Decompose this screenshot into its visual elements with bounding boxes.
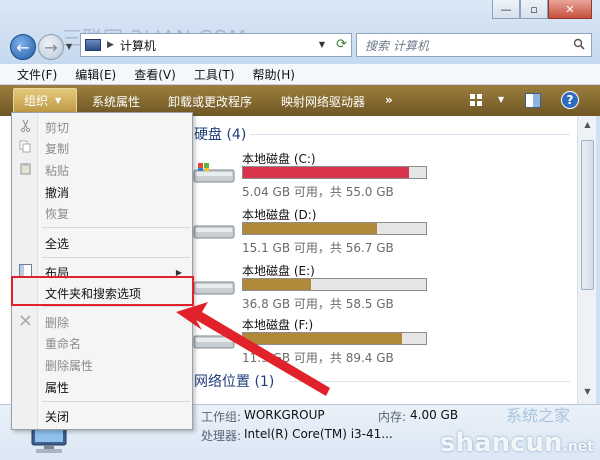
menu-separator (42, 227, 190, 228)
recent-pages-chevron-icon[interactable]: ▼ (66, 42, 72, 51)
hard-drive-icon (193, 281, 235, 295)
menu-separator (42, 401, 190, 402)
menu-item-properties[interactable]: 属性 (45, 379, 69, 396)
system-drive-icon (193, 163, 235, 183)
menu-item-remove-properties[interactable]: 删除属性 (45, 357, 93, 374)
chevron-down-icon: ▼ (55, 96, 62, 105)
drive-f[interactable]: 本地磁盘 (F:) 11.9 GB 可用，共 89.4 GB (192, 316, 452, 370)
drive-usage-bar (242, 332, 427, 345)
hard-disks-header[interactable]: 硬盘 (4) (194, 124, 246, 144)
memory-label: 内存: (378, 410, 407, 424)
scroll-down-icon[interactable]: ▼ (581, 387, 594, 400)
watermark-suffix: .net (562, 439, 594, 455)
drive-c[interactable]: 本地磁盘 (C:) 5.04 GB 可用，共 55.0 GB (192, 150, 452, 204)
organize-button[interactable]: 组织 ▼ (13, 88, 77, 113)
annotation-highlight-box (11, 276, 194, 306)
drive-usage-fill (243, 223, 378, 234)
map-network-drive-button[interactable]: 映射网络驱动器 (281, 93, 365, 110)
refresh-icon[interactable]: ⟳ (336, 37, 347, 52)
menu-separator (42, 257, 190, 258)
menu-separator (42, 306, 190, 307)
breadcrumb-separator-icon[interactable]: ▶ (107, 40, 114, 50)
menu-edit[interactable]: 编辑(E) (66, 66, 125, 83)
menu-item-copy[interactable]: 复制 (45, 140, 69, 157)
menu-item-rename[interactable]: 重命名 (45, 335, 81, 352)
menu-help[interactable]: 帮助(H) (244, 66, 304, 83)
address-bar[interactable]: ▶ 计算机 ▼ ⟳ (80, 33, 352, 57)
organize-label: 组织 (24, 94, 49, 108)
watermark-main: shancun (440, 428, 563, 458)
window-controls: — ▫ ✕ (492, 0, 592, 19)
preview-pane-icon[interactable] (525, 93, 541, 108)
menu-item-paste[interactable]: 粘贴 (45, 162, 69, 179)
arrow-left-icon: ← (16, 37, 30, 57)
menu-bar: 文件(F) 编辑(E) 查看(V) 工具(T) 帮助(H) (0, 64, 600, 85)
drive-usage-bar (242, 278, 427, 291)
search-placeholder: 搜索 计算机 (365, 38, 429, 53)
watermark-site-name: 系统之家 (505, 406, 570, 425)
menu-item-undo[interactable]: 撤消 (45, 184, 69, 201)
help-icon[interactable]: ? (561, 91, 579, 109)
minimize-icon[interactable]: — (492, 0, 520, 19)
menu-item-delete[interactable]: 删除 (45, 314, 69, 331)
drive-usage-fill (243, 333, 402, 344)
drive-name: 本地磁盘 (D:) (242, 208, 317, 222)
watermark-logo: shancun.net (440, 428, 594, 458)
network-locations-header[interactable]: 网络位置 (1) (194, 371, 274, 391)
organize-menu: 剪切 复制 粘贴 撤消 恢复 全选 布局 ▶ 文件夹和搜索选项 删除 重命名 删… (11, 112, 193, 430)
drive-usage-bar (242, 166, 427, 179)
maximize-icon[interactable]: ▫ (520, 0, 548, 19)
hard-drive-icon (193, 335, 235, 349)
menu-item-cut[interactable]: 剪切 (45, 119, 69, 136)
computer-small-icon (85, 39, 101, 51)
view-dropdown-icon[interactable]: ▼ (498, 95, 504, 104)
drive-info: 15.1 GB 可用，共 56.7 GB (242, 241, 394, 255)
arrow-right-icon: → (44, 37, 58, 57)
menu-tools[interactable]: 工具(T) (185, 66, 244, 83)
menu-file[interactable]: 文件(F) (8, 66, 66, 83)
view-options-icon[interactable] (470, 94, 486, 107)
breadcrumb-computer[interactable]: 计算机 (120, 37, 156, 54)
menu-item-select-all[interactable]: 全选 (45, 235, 69, 252)
menu-item-redo[interactable]: 恢复 (45, 205, 69, 222)
copy-icon (19, 140, 31, 153)
section-divider (250, 134, 570, 135)
drive-d[interactable]: 本地磁盘 (D:) 15.1 GB 可用，共 56.7 GB (192, 206, 452, 260)
drive-e[interactable]: 本地磁盘 (E:) 36.8 GB 可用，共 58.5 GB (192, 262, 452, 316)
workgroup-value: WORKGROUP (244, 408, 325, 422)
memory-value: 4.00 GB (410, 408, 459, 422)
drive-usage-fill (243, 279, 311, 290)
hard-drive-icon (193, 225, 235, 239)
section-divider (290, 381, 570, 382)
menu-view[interactable]: 查看(V) (125, 66, 185, 83)
search-input[interactable]: 搜索 计算机 (356, 33, 592, 57)
drive-usage-fill (243, 167, 410, 178)
drive-info: 5.04 GB 可用，共 55.0 GB (242, 185, 394, 199)
processor-value: Intel(R) Core(TM) i3-41... (244, 427, 393, 441)
address-dropdown-icon[interactable]: ▼ (319, 40, 325, 49)
scroll-thumb[interactable] (581, 140, 594, 290)
processor-label: 处理器: (201, 429, 242, 443)
drive-name: 本地磁盘 (E:) (242, 264, 315, 278)
system-properties-button[interactable]: 系统属性 (92, 93, 140, 110)
scissors-icon (20, 119, 31, 132)
drive-name: 本地磁盘 (F:) (242, 318, 314, 332)
drive-usage-bar (242, 222, 427, 235)
forward-button[interactable]: → (38, 34, 64, 60)
vertical-scrollbar[interactable]: ▲ ▼ (577, 116, 596, 404)
drive-info: 11.9 GB 可用，共 89.4 GB (242, 351, 394, 365)
scroll-up-icon[interactable]: ▲ (581, 120, 594, 133)
uninstall-program-button[interactable]: 卸载或更改程序 (168, 93, 252, 110)
search-icon[interactable] (573, 38, 585, 50)
drive-name: 本地磁盘 (C:) (242, 152, 316, 166)
delete-icon (20, 315, 31, 326)
back-button[interactable]: ← (10, 34, 36, 60)
close-icon[interactable]: ✕ (548, 0, 592, 19)
menu-item-close[interactable]: 关闭 (45, 408, 69, 425)
title-bar: 三联网 3LIAN.COM — ▫ ✕ ← → ▼ ▶ 计算机 ▼ ⟳ 搜索 计… (0, 0, 600, 64)
drive-info: 36.8 GB 可用，共 58.5 GB (242, 297, 394, 311)
more-commands-button[interactable]: » (385, 93, 393, 107)
paste-icon (20, 163, 31, 175)
workgroup-label: 工作组: (201, 410, 242, 424)
